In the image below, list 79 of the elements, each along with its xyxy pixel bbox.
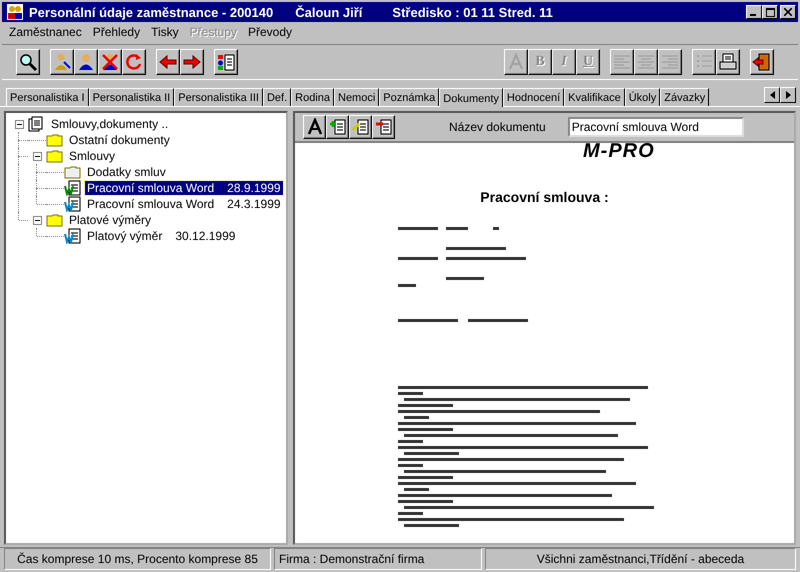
menu-item[interactable]: Převody <box>243 25 298 39</box>
printer-icon <box>718 52 738 72</box>
tree-item[interactable]: Ostatní dokumenty <box>67 133 172 147</box>
arrow-right-icon <box>182 52 202 72</box>
toolbar-button[interactable] <box>122 49 146 75</box>
employee-name: Čaloun Jiří <box>295 4 362 20</box>
tab[interactable]: Závazky <box>660 88 710 106</box>
tab[interactable]: Personalistika I <box>6 88 89 106</box>
toolbar-button[interactable] <box>303 115 326 139</box>
person-pen-icon <box>52 52 72 72</box>
cost-center: Středisko : 01 11 Stred. 11 <box>392 4 553 20</box>
toolbar-button[interactable] <box>750 49 774 75</box>
search-icon <box>18 52 38 72</box>
menu-item[interactable]: Zaměstnanec <box>4 25 88 39</box>
toolbar-button[interactable] <box>214 49 238 75</box>
toolbar-button[interactable] <box>156 49 180 75</box>
tab[interactable]: Kvalifikace <box>564 88 625 106</box>
toolbar-button[interactable] <box>16 49 40 75</box>
toolbar-button[interactable] <box>50 49 74 75</box>
document-name-label: Název dokumentu <box>449 120 546 134</box>
minimize-button[interactable] <box>746 5 762 19</box>
remove-document-icon <box>374 118 392 136</box>
expander-icon[interactable] <box>32 216 42 224</box>
person-cross-icon <box>100 52 120 72</box>
maximize-button[interactable] <box>762 5 778 19</box>
document-heading: Pracovní smlouva : <box>480 189 609 205</box>
toolbar-button[interactable] <box>716 49 740 75</box>
toolbar-button[interactable] <box>98 49 122 75</box>
toolbar-button[interactable] <box>180 49 204 75</box>
scroll-left-button[interactable] <box>764 87 780 103</box>
menu-item[interactable]: Tisky <box>146 25 185 39</box>
person-icon <box>76 52 96 72</box>
tab[interactable]: Nemoci <box>334 88 380 106</box>
toolbar-button[interactable] <box>372 115 395 139</box>
menu-item[interactable]: Přehledy <box>88 25 146 39</box>
tree-item[interactable]: Smlouvy <box>67 149 118 163</box>
toolbar-button[interactable] <box>349 115 372 139</box>
toolbar-button[interactable] <box>74 49 98 75</box>
document-name-field[interactable]: Pracovní smlouva Word <box>568 117 744 137</box>
edit-document-icon <box>352 118 370 136</box>
exit-door-icon <box>752 52 772 72</box>
scroll-right-button[interactable] <box>780 87 796 103</box>
tree-item[interactable]: Pracovní smlouva Word 28.9.1999 <box>85 181 283 195</box>
add-document-icon <box>328 118 346 136</box>
arrow-left-icon <box>158 52 178 72</box>
close-icon <box>784 8 792 16</box>
window-title: Personální údaje zaměstnance - 200140 <box>29 4 274 20</box>
status-text: Všichni zaměstnanci,Třídění - abeceda <box>485 548 796 570</box>
toolbar-button[interactable] <box>326 115 349 139</box>
tab[interactable]: Def. <box>262 88 292 106</box>
font-icon <box>306 118 324 136</box>
refresh-icon <box>124 52 144 72</box>
expander-icon[interactable] <box>14 120 24 128</box>
tab[interactable]: Personalistika III <box>174 88 263 106</box>
shapes-document-icon <box>216 52 236 72</box>
triangle-right-icon <box>786 91 790 99</box>
tree-item[interactable]: Dodatky smluv <box>85 165 168 179</box>
tree-item[interactable]: Pracovní smlouva Word 24.3.1999 <box>85 197 283 211</box>
logo: M-PRO <box>583 143 655 159</box>
people-icon <box>7 4 23 20</box>
folder-icon <box>46 148 64 164</box>
maximize-icon <box>766 8 774 16</box>
font-icon <box>506 52 526 72</box>
tab[interactable]: Rodina <box>291 88 334 106</box>
tab[interactable]: Hodnocení <box>502 88 564 106</box>
close-button[interactable] <box>780 5 796 19</box>
tree-item[interactable]: Smlouvy,dokumenty .. <box>49 117 170 131</box>
folder-icon <box>46 132 64 148</box>
triangle-left-icon <box>770 91 774 99</box>
folder-icon <box>46 212 64 228</box>
folder-icon <box>64 164 82 180</box>
tree-item[interactable]: Platové výměry <box>67 213 154 227</box>
tab[interactable]: Personalistika II <box>88 88 174 106</box>
tab[interactable]: Dokumenty <box>439 88 503 107</box>
status-text: Čas komprese 10 ms, Procento komprese 85 <box>4 548 271 570</box>
expander-icon[interactable] <box>32 152 42 160</box>
status-text: Firma : Demonstrační firma <box>274 548 482 570</box>
tab[interactable]: Úkoly <box>624 88 660 106</box>
tree-item[interactable]: Platový výměr 30.12.1999 <box>85 229 238 243</box>
